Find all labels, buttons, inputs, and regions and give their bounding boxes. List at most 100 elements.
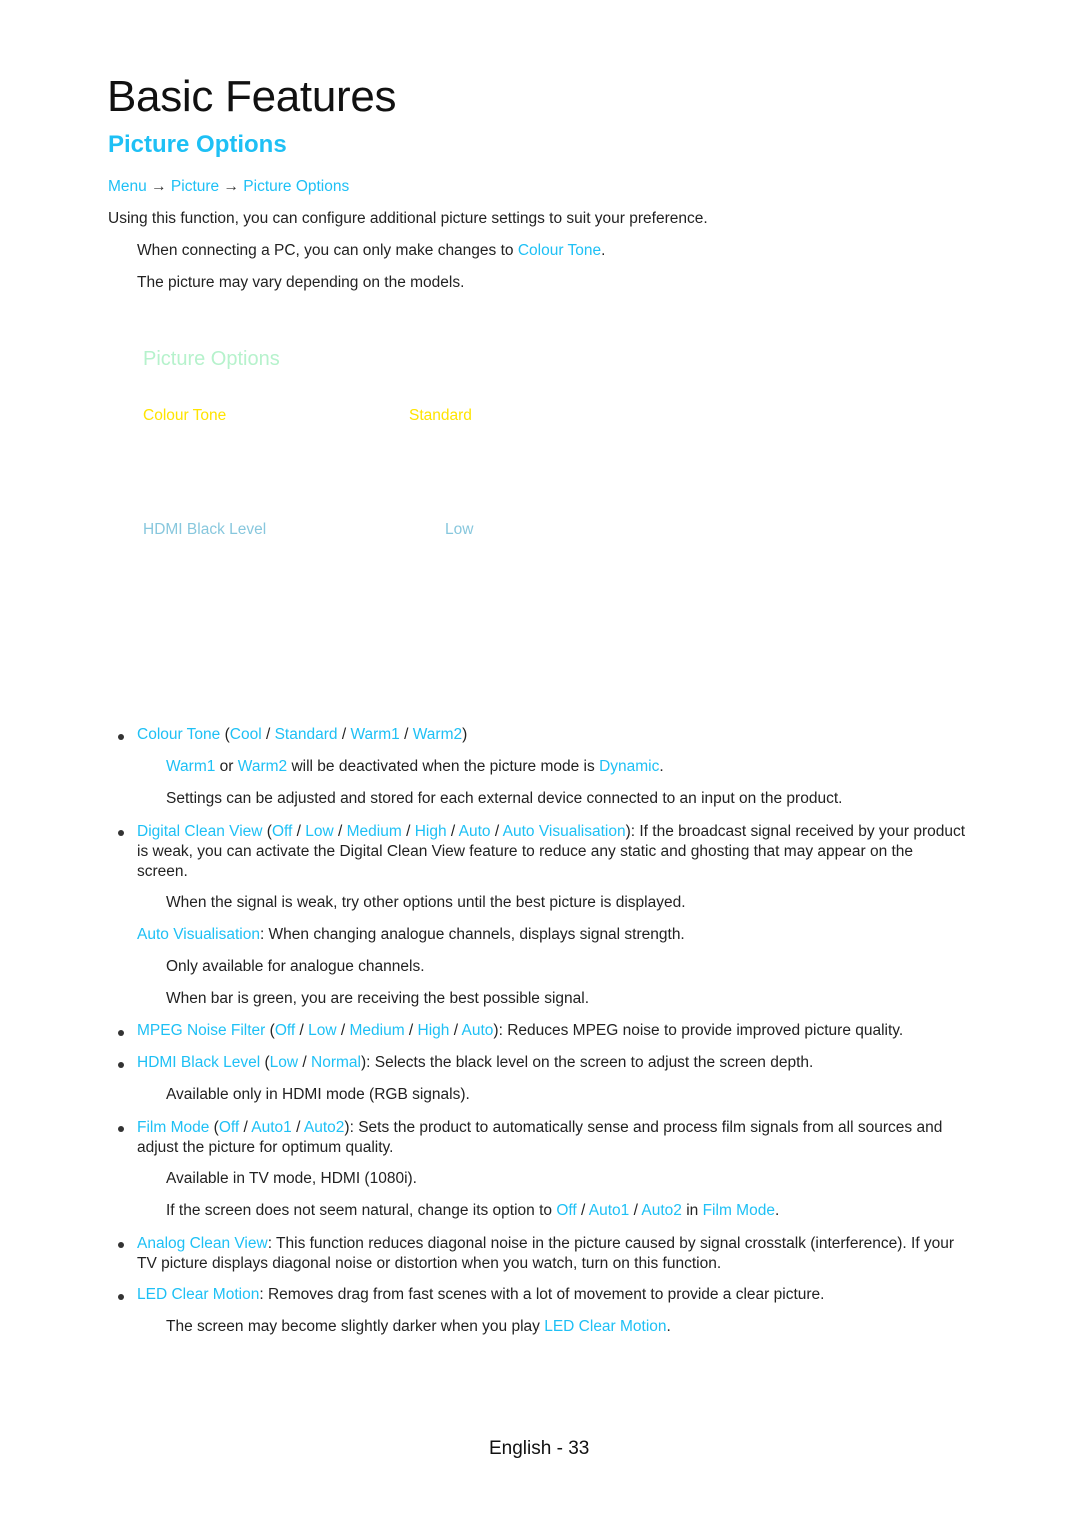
menu-row-label-hdmi-black-level[interactable]: HDMI Black Level <box>143 521 266 539</box>
option: Warm2 <box>412 726 463 743</box>
option: Auto <box>461 1022 494 1039</box>
option: Film Mode <box>702 1202 775 1219</box>
breadcrumb-picture-options[interactable]: Picture Options <box>243 178 349 195</box>
section-title: Picture Options <box>108 131 287 158</box>
item-name: MPEG Noise Filter <box>137 1022 266 1039</box>
punctuation: / <box>292 823 306 840</box>
option: Auto2 <box>641 1202 682 1219</box>
breadcrumb-menu[interactable]: Menu <box>108 178 147 195</box>
bullet-icon <box>118 1294 124 1300</box>
punctuation: / <box>337 726 351 743</box>
bullet-icon <box>118 1062 124 1068</box>
punctuation: ( <box>265 1022 275 1039</box>
menu-row-value-hdmi-black-level[interactable]: Low <box>445 521 473 539</box>
punctuation: ( <box>260 1054 270 1071</box>
item-analog-clean-view: Analog Clean View: This function reduces… <box>137 1234 967 1274</box>
punctuation: . <box>659 758 664 775</box>
punctuation: / <box>449 1022 462 1039</box>
item-digital-clean-view: Digital Clean View (Off / Low / Medium /… <box>137 822 967 882</box>
menu-row-label-colour-tone[interactable]: Colour Tone <box>143 407 226 425</box>
item-description: : Removes drag from fast scenes with a l… <box>259 1286 825 1303</box>
note-bar-green: When bar is green, you are receiving the… <box>166 990 590 1007</box>
punctuation: / <box>261 726 275 743</box>
item-name: Film Mode <box>137 1119 210 1136</box>
item-mpeg-noise-filter: MPEG Noise Filter (Off / Low / Medium / … <box>137 1022 903 1040</box>
item-name: HDMI Black Level <box>137 1054 261 1071</box>
note-text: will be deactivated when the picture mod… <box>287 758 600 775</box>
option: Warm1 <box>350 726 400 743</box>
option: Auto2 <box>303 1119 345 1136</box>
page-number: English - 33 <box>489 1438 590 1459</box>
note-not-natural: If the screen does not seem natural, cha… <box>166 1202 779 1220</box>
note-signal-weak: When the signal is weak, try other optio… <box>166 894 686 911</box>
option: Cool <box>229 726 262 743</box>
punctuation: ( <box>262 823 272 840</box>
breadcrumb: Menu → Picture → Picture Options <box>108 178 349 196</box>
option: Auto1 <box>588 1202 630 1219</box>
item-name: Auto Visualisation <box>137 926 260 943</box>
option: LED Clear Motion <box>544 1318 667 1335</box>
punctuation: . <box>774 1202 780 1219</box>
option: Standard <box>274 726 338 743</box>
option: Warm2 <box>237 758 288 775</box>
item-description: : When changing analogue channels, displ… <box>259 926 685 943</box>
option: Warm1 <box>166 758 216 775</box>
note-hdmi-only: Available only in HDMI mode (RGB signals… <box>166 1086 470 1103</box>
punctuation: . <box>601 242 606 259</box>
note-analogue-only: Only available for analogue channels. <box>166 958 425 975</box>
option: High <box>414 823 447 840</box>
option: Off <box>271 823 293 840</box>
option: Auto <box>458 823 491 840</box>
punctuation: / <box>336 1022 350 1039</box>
item-film-mode: Film Mode (Off / Auto1 / Auto2): Sets th… <box>137 1118 967 1158</box>
punctuation: / <box>446 823 459 840</box>
punctuation: / <box>399 726 413 743</box>
note-settings-stored: Settings can be adjusted and stored for … <box>166 790 843 807</box>
note-models: The picture may vary depending on the mo… <box>137 274 465 291</box>
page-title: Basic Features <box>107 72 397 121</box>
bullet-icon <box>118 1242 124 1248</box>
item-hdmi-black-level: HDMI Black Level (Low / Normal): Selects… <box>137 1054 813 1072</box>
option: Off <box>556 1202 577 1219</box>
item-name: Digital Clean View <box>137 823 263 840</box>
breadcrumb-picture[interactable]: Picture <box>171 178 219 195</box>
punctuation: ( <box>209 1119 219 1136</box>
bullet-icon <box>118 734 124 740</box>
bullet-icon <box>118 830 124 836</box>
bullet-icon <box>118 1030 124 1036</box>
option: Off <box>218 1119 240 1136</box>
arrow-right-icon: → <box>151 178 167 195</box>
option: Low <box>308 1022 337 1039</box>
punctuation: / <box>629 1202 642 1219</box>
punctuation: ) <box>462 726 468 743</box>
item-name: Analog Clean View <box>137 1235 268 1252</box>
punctuation: / <box>295 1022 309 1039</box>
punctuation: . <box>666 1318 671 1335</box>
punctuation: / <box>333 823 347 840</box>
option: Low <box>305 823 334 840</box>
intro-text: Using this function, you can configure a… <box>108 210 708 227</box>
item-led-clear-motion: LED Clear Motion: Removes drag from fast… <box>137 1286 824 1304</box>
item-description: : Reduces MPEG noise to provide improved… <box>498 1022 904 1039</box>
option: Auto1 <box>251 1119 292 1136</box>
note-pc: When connecting a PC, you can only make … <box>137 242 605 260</box>
punctuation: / <box>291 1119 304 1136</box>
punctuation: ( <box>220 726 230 743</box>
punctuation: / <box>239 1119 252 1136</box>
punctuation: / <box>490 823 503 840</box>
option: Off <box>274 1022 296 1039</box>
item-colour-tone: Colour Tone (Cool / Standard / Warm1 / W… <box>137 726 467 744</box>
note-darker: The screen may become slightly darker wh… <box>166 1318 671 1336</box>
option: Dynamic <box>599 758 660 775</box>
punctuation: / <box>298 1054 312 1071</box>
note-text: The screen may become slightly darker wh… <box>166 1318 545 1335</box>
item-name: Colour Tone <box>137 726 221 743</box>
colour-tone-link[interactable]: Colour Tone <box>518 242 601 259</box>
option: Low <box>269 1054 299 1071</box>
note-text: If the screen does not seem natural, cha… <box>166 1202 557 1219</box>
punctuation: / <box>576 1202 589 1219</box>
menu-row-value-colour-tone[interactable]: Standard <box>409 407 472 425</box>
option: Auto Visualisation <box>502 823 626 840</box>
note-text: in <box>681 1202 703 1219</box>
note-text: or <box>215 758 238 775</box>
